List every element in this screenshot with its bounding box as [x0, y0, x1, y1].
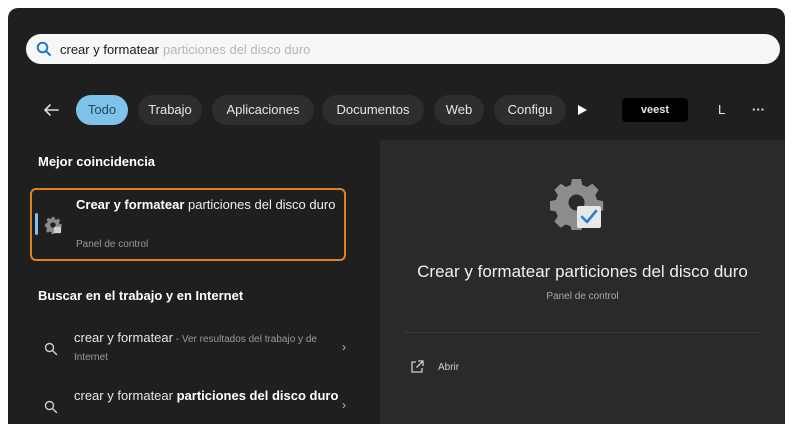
- best-match-heading: Mejor coincidencia: [38, 154, 156, 169]
- search-suggestion-text: particiones del disco duro: [162, 41, 311, 57]
- open-label: Abrir: [438, 361, 460, 373]
- tab-aplicaciones[interactable]: Aplicaciones: [212, 95, 314, 125]
- divider: [405, 332, 760, 333]
- open-external-icon: [411, 360, 424, 373]
- tab-configuracion[interactable]: Configu: [494, 95, 566, 125]
- account-initial[interactable]: L: [718, 95, 730, 125]
- web-section-heading: Buscar en el trabajo y en Internet: [38, 288, 244, 303]
- selection-indicator: [35, 213, 38, 235]
- best-match-name: Crear y formatear particiones del disco …: [76, 196, 346, 213]
- more-options-button[interactable]: ···: [752, 95, 774, 125]
- web-result-1-query: crear y formatear: [74, 330, 173, 345]
- search-box[interactable]: crear y formatear particiones del disco …: [26, 34, 780, 64]
- filter-tabs: Todo Trabajo Aplicaciones Documentos Web…: [0, 95, 793, 125]
- tab-veest[interactable]: veest: [622, 98, 688, 122]
- gear-icon: [44, 216, 62, 234]
- web-result-1-text: crear y formatear - Ver resultados del t…: [74, 330, 344, 366]
- chevron-right-icon: ›: [342, 398, 346, 412]
- web-result-2-suggestion: particiones del disco duro: [176, 388, 339, 403]
- settings-app-icon: [550, 179, 604, 230]
- search-icon: [44, 342, 58, 356]
- web-result-2-text: crear y formatear particiones del disco …: [74, 388, 344, 404]
- preview-pane: Crear y formatear particiones del disco …: [380, 140, 785, 424]
- preview-subtitle: Panel de control: [546, 291, 619, 302]
- preview-title: Crear y formatear particiones del disco …: [417, 262, 748, 281]
- best-match-name-bold: Crear y formatear: [76, 197, 185, 212]
- search-icon: [44, 400, 58, 414]
- tab-documentos[interactable]: Documentos: [322, 95, 424, 125]
- chevron-right-icon: ›: [342, 340, 346, 354]
- play-icon[interactable]: [576, 104, 588, 116]
- web-result-2-query: crear y formatear: [74, 388, 177, 403]
- best-match-result[interactable]: Crear y formatear particiones del disco …: [30, 188, 346, 261]
- search-icon: [36, 41, 51, 56]
- best-match-subtitle: Panel de control: [76, 239, 149, 250]
- tab-todo[interactable]: Todo: [76, 95, 128, 125]
- back-arrow-icon[interactable]: [42, 102, 60, 118]
- search-typed-text[interactable]: crear y formatear: [60, 42, 159, 57]
- web-result-2[interactable]: crear y formatear particiones del disco …: [30, 388, 360, 424]
- tab-trabajo[interactable]: Trabajo: [138, 95, 202, 125]
- tab-web[interactable]: Web: [434, 95, 484, 125]
- web-result-1[interactable]: crear y formatear - Ver resultados del t…: [30, 330, 360, 370]
- open-action[interactable]: Abrir: [410, 358, 459, 376]
- best-match-name-rest: particiones del disco duro: [184, 197, 336, 212]
